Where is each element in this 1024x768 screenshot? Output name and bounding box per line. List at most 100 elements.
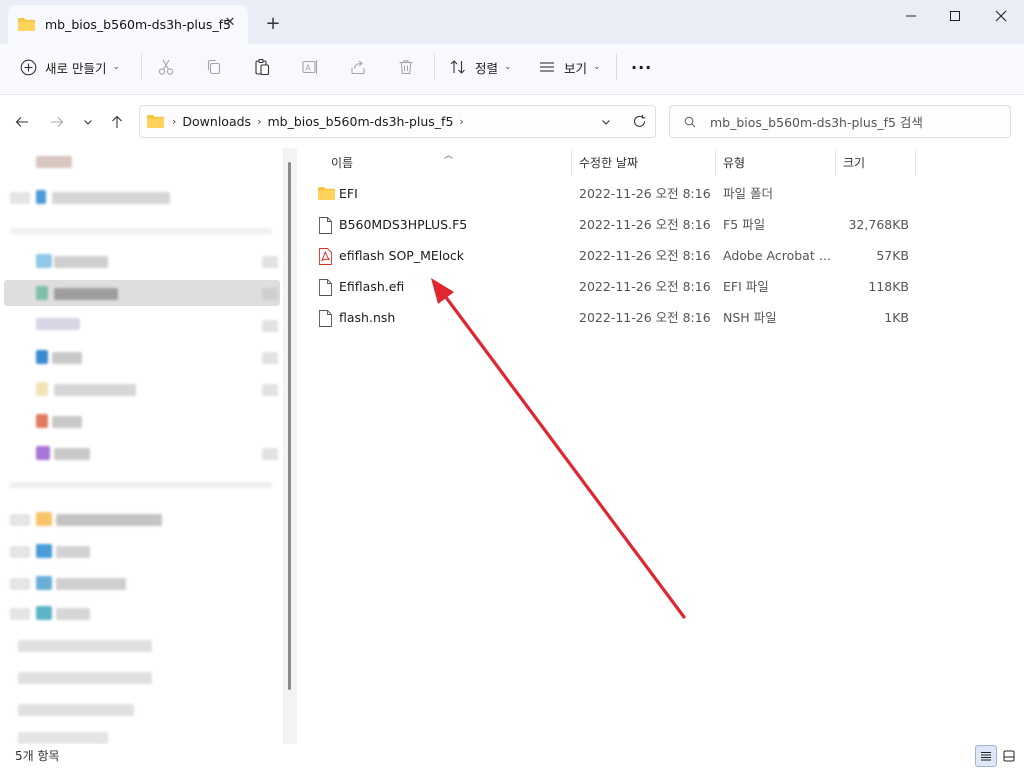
details-view-icon [981, 752, 991, 761]
chevron-down-icon[interactable] [600, 116, 612, 128]
maximize-button[interactable] [932, 0, 978, 32]
column-header-size[interactable]: 크기 [843, 148, 865, 176]
navigation-pane[interactable] [0, 148, 297, 744]
column-divider[interactable] [915, 150, 916, 176]
status-bar: 5개 항목 [0, 744, 1024, 768]
search-input[interactable]: mb_bios_b560m-ds3h-plus_f5 검색 [669, 105, 1011, 138]
tab-current-folder[interactable]: mb_bios_b560m-ds3h-plus_f5 ✕ [8, 5, 248, 44]
file-size: 32,768KB [848, 217, 909, 232]
column-divider[interactable] [835, 150, 836, 176]
up-button[interactable] [106, 111, 128, 133]
view-button[interactable]: 보기 ⌄ [538, 44, 601, 90]
sidebar-item-icon [36, 512, 52, 526]
sidebar-item[interactable] [10, 192, 30, 204]
sidebar-item-icon [36, 350, 48, 364]
paste-button[interactable] [253, 44, 271, 90]
address-bar[interactable]: › Downloads › mb_bios_b560m-ds3h-plus_f5… [139, 105, 656, 138]
column-divider[interactable] [571, 150, 572, 176]
sidebar-item[interactable] [10, 608, 30, 620]
sidebar-item[interactable] [10, 514, 30, 526]
file-date: 2022-11-26 오전 8:16 [579, 310, 711, 325]
sidebar-item[interactable] [18, 704, 134, 716]
column-header-name[interactable]: 이름 [331, 148, 353, 176]
sidebar-item[interactable] [52, 416, 82, 428]
forward-button[interactable] [46, 111, 68, 133]
chevron-down-icon: ⌄ [112, 62, 121, 72]
breadcrumb-current-folder[interactable]: mb_bios_b560m-ds3h-plus_f5 [267, 114, 453, 129]
view-button-label: 보기 [564, 60, 588, 76]
file-type: EFI 파일 [723, 279, 769, 294]
sidebar-pin-icon [262, 384, 278, 396]
sidebar-item[interactable] [36, 156, 72, 168]
column-divider[interactable] [715, 150, 716, 176]
back-button[interactable] [11, 111, 33, 133]
pdf-icon [319, 248, 332, 265]
sort-button[interactable]: 정렬 ⌄ [449, 44, 512, 90]
file-row-efiflash-sop[interactable]: efiflash SOP_MElock 2022-11-26 오전 8:16 A… [315, 241, 915, 271]
tiles-view-button[interactable] [998, 745, 1020, 767]
file-row-flash-nsh[interactable]: flash.nsh 2022-11-26 오전 8:16 NSH 파일 1KB [315, 303, 915, 333]
file-name: efiflash SOP_MElock [339, 248, 464, 263]
toolbar-divider [141, 54, 142, 80]
sidebar-item[interactable] [54, 384, 136, 396]
chevron-down-icon: ⌄ [504, 62, 512, 72]
sidebar-scrollbar-thumb[interactable] [288, 162, 291, 690]
more-options-button[interactable]: ··· [631, 44, 652, 90]
minimize-button[interactable] [888, 0, 934, 32]
tab-close-button[interactable]: ✕ [222, 15, 238, 31]
file-size: 57KB [876, 248, 909, 263]
column-header-name-label: 이름 [331, 155, 354, 170]
svg-text:A: A [305, 63, 311, 72]
file-date: 2022-11-26 오전 8:16 [579, 279, 711, 294]
sidebar-item[interactable] [56, 546, 90, 558]
file-row-efi[interactable]: EFI 2022-11-26 오전 8:16 파일 폴더 [315, 179, 915, 209]
refresh-icon[interactable] [632, 114, 647, 129]
folder-icon [18, 18, 35, 31]
sidebar-item[interactable] [52, 192, 170, 204]
sidebar-item[interactable] [18, 732, 108, 744]
new-tab-button[interactable]: + [262, 13, 284, 35]
sidebar-item[interactable] [56, 514, 162, 526]
sidebar-pin-icon [262, 448, 278, 460]
share-icon [351, 60, 365, 75]
sidebar-item[interactable] [10, 578, 30, 590]
folder-icon [318, 187, 335, 200]
trash-icon [399, 60, 413, 75]
sidebar-item[interactable] [56, 578, 126, 590]
sidebar-scrollbar[interactable] [283, 148, 297, 744]
sidebar-item[interactable] [10, 546, 30, 558]
title-bar: mb_bios_b560m-ds3h-plus_f5 ✕ + [0, 0, 1024, 44]
new-button[interactable]: 새로 만들기 ⌄ [20, 44, 120, 90]
details-view-button[interactable] [975, 745, 997, 767]
sidebar-item[interactable] [56, 608, 90, 620]
sidebar-divider [10, 482, 272, 488]
sidebar-pin-icon [262, 256, 278, 268]
file-list[interactable]: ︿ 이름 수정한 날짜 유형 크기 EFI 2022-11-26 오전 8:16… [297, 148, 1024, 744]
sidebar-item[interactable] [18, 640, 152, 652]
sidebar-item[interactable] [52, 352, 82, 364]
close-window-button[interactable] [978, 0, 1024, 32]
sidebar-item-icon [36, 606, 52, 620]
share-button[interactable] [349, 44, 367, 90]
cut-button[interactable] [157, 44, 175, 90]
column-header-date[interactable]: 수정한 날짜 [579, 148, 638, 176]
sidebar-item[interactable] [54, 288, 118, 300]
recent-locations-button[interactable] [77, 111, 99, 133]
file-type: Adobe Acrobat 문... [723, 248, 833, 263]
column-header-type[interactable]: 유형 [723, 148, 745, 176]
rename-button[interactable]: A [301, 44, 319, 90]
breadcrumb-downloads[interactable]: Downloads [182, 114, 251, 129]
file-row-b560mds3hplus[interactable]: B560MDS3HPLUS.F5 2022-11-26 오전 8:16 F5 파… [315, 210, 915, 240]
breadcrumb-separator-icon: › [257, 115, 262, 128]
sidebar-item[interactable] [18, 672, 152, 684]
sidebar-item[interactable] [36, 318, 80, 330]
sidebar-item-icon [36, 382, 48, 396]
chevron-down-icon [84, 120, 92, 125]
file-row-efiflash-efi[interactable]: Efiflash.efi 2022-11-26 오전 8:16 EFI 파일 1… [315, 272, 915, 302]
copy-button[interactable] [205, 44, 223, 90]
sidebar-item[interactable] [54, 448, 90, 460]
delete-button[interactable] [397, 44, 415, 90]
arrow-right-icon [51, 117, 64, 127]
sidebar-item[interactable] [54, 256, 108, 268]
sort-button-label: 정렬 [475, 60, 499, 76]
